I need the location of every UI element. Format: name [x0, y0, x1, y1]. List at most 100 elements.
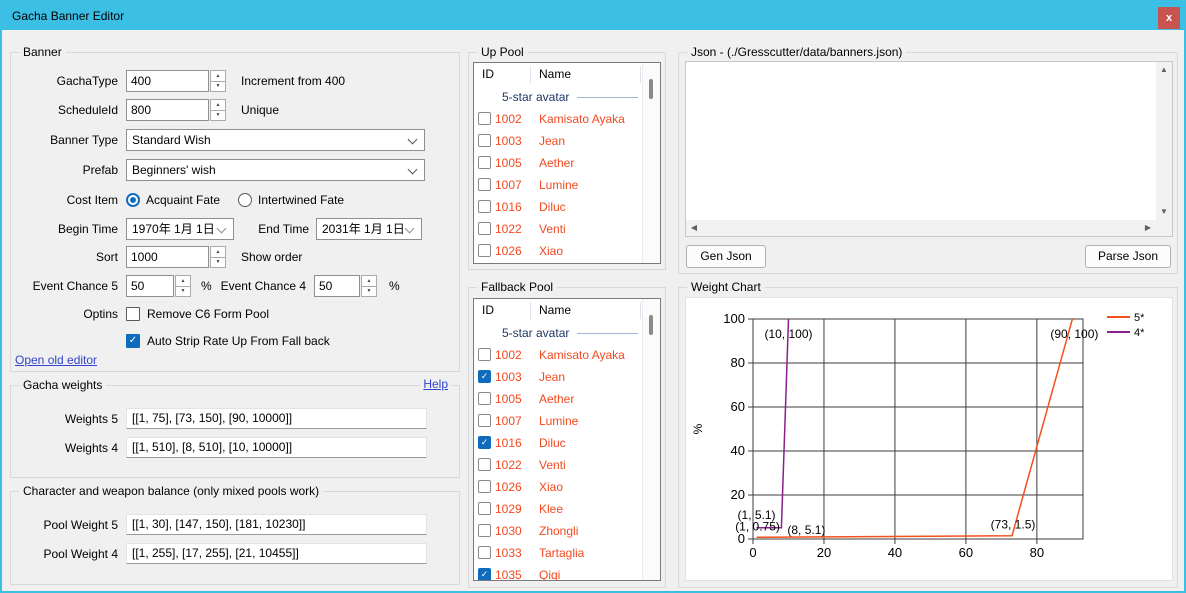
pool-weight-5-input[interactable]: [[1, 30], [147, 150], [181, 10230]] — [126, 514, 427, 535]
spin-down-icon[interactable]: ▼ — [210, 257, 226, 269]
scroll-right-icon[interactable]: ▶ — [1140, 220, 1156, 236]
schedule-id-spinner[interactable]: ▲▼ — [210, 99, 226, 121]
list-item[interactable]: 1029Klee — [474, 498, 642, 520]
list-item[interactable]: 1007Lumine — [474, 410, 642, 432]
begin-time-picker[interactable]: 1970年 1月 1日 — [126, 218, 234, 240]
fallback-pool-list[interactable]: IDName5-star avatar1002Kamisato Ayaka✓10… — [473, 298, 661, 581]
open-old-editor-link[interactable]: Open old editor — [15, 353, 97, 367]
schedule-id-input[interactable]: 800 ▲▼ — [126, 99, 226, 121]
checkbox-icon[interactable] — [478, 502, 491, 515]
banner-type-select[interactable]: Standard Wish — [126, 129, 425, 151]
checkbox-icon[interactable] — [478, 480, 491, 493]
vertical-scrollbar[interactable]: ▲ ▼ — [1156, 62, 1172, 220]
checkbox-icon[interactable] — [478, 348, 491, 361]
gacha-type-spinner[interactable]: ▲▼ — [210, 70, 226, 92]
help-link[interactable]: Help — [420, 377, 451, 391]
item-name: Xiao — [539, 476, 563, 498]
cost-item-option[interactable]: Acquaint Fate — [126, 193, 220, 207]
list-item[interactable]: 1007Lumine — [474, 174, 642, 196]
list-item[interactable]: 1022Venti — [474, 454, 642, 476]
event-chance-4-value[interactable]: 50 — [314, 275, 360, 297]
list-item[interactable]: 1005Aether — [474, 152, 642, 174]
scrollbar-thumb[interactable] — [649, 315, 653, 335]
end-time-picker[interactable]: 2031年 1月 1日 — [316, 218, 422, 240]
spin-down-icon[interactable]: ▼ — [361, 286, 377, 298]
event-chance-4-input[interactable]: 50 ▲▼ — [314, 275, 377, 297]
sort-input[interactable]: 1000 ▲▼ — [126, 246, 226, 268]
optin-item[interactable]: Remove C6 Form Pool — [126, 303, 330, 325]
prefab-select[interactable]: Beginners' wish — [126, 159, 425, 181]
radio-icon[interactable] — [126, 193, 140, 207]
weights-5-input[interactable]: [[1, 75], [73, 150], [90, 10000]] — [126, 408, 427, 429]
scroll-left-icon[interactable]: ◀ — [686, 220, 702, 236]
list-item[interactable]: ✓1016Diluc — [474, 432, 642, 454]
scroll-up-icon[interactable]: ▲ — [1156, 62, 1172, 78]
gen-json-button[interactable]: Gen Json — [686, 245, 766, 268]
up-pool-list[interactable]: IDName5-star avatar1002Kamisato Ayaka100… — [473, 62, 661, 264]
up-pool-group: Up Pool IDName5-star avatar1002Kamisato … — [468, 52, 666, 270]
checkbox-icon[interactable] — [478, 112, 491, 125]
pool-weight-4-input[interactable]: [[1, 255], [17, 255], [21, 10455]] — [126, 543, 427, 564]
banner-group: Banner GachaType 400 ▲▼ Increment from 4… — [10, 52, 460, 372]
spin-down-icon[interactable]: ▼ — [210, 81, 226, 93]
list-item[interactable]: 1002Kamisato Ayaka — [474, 108, 642, 130]
event-chance-5-spinner[interactable]: ▲▼ — [175, 275, 191, 297]
scrollbar-thumb[interactable] — [649, 79, 653, 99]
prefab-value: Beginners' wish — [132, 163, 216, 177]
checkbox-icon[interactable] — [478, 244, 491, 257]
sort-value[interactable]: 1000 — [126, 246, 209, 268]
checkbox-icon[interactable]: ✓ — [126, 334, 140, 348]
spin-down-icon[interactable]: ▼ — [210, 110, 226, 122]
list-item[interactable]: 1022Venti — [474, 218, 642, 240]
checkbox-icon[interactable] — [478, 524, 491, 537]
radio-icon[interactable] — [238, 193, 252, 207]
close-button[interactable]: x — [1158, 7, 1180, 29]
checkbox-icon[interactable] — [478, 546, 491, 559]
cost-item-option[interactable]: Intertwined Fate — [238, 193, 344, 207]
event-chance-5-value[interactable]: 50 — [126, 275, 174, 297]
vertical-scrollbar[interactable] — [642, 299, 660, 580]
list-item[interactable]: 1030Zhongli — [474, 520, 642, 542]
checkbox-icon[interactable] — [478, 178, 491, 191]
schedule-id-value[interactable]: 800 — [126, 99, 209, 121]
scroll-down-icon[interactable]: ▼ — [1156, 204, 1172, 220]
horizontal-scrollbar[interactable]: ◀ ▶ — [686, 220, 1156, 236]
list-item[interactable]: 1002Kamisato Ayaka — [474, 344, 642, 366]
spin-down-icon[interactable]: ▼ — [175, 286, 191, 298]
chevron-down-icon — [217, 224, 227, 234]
cost-item-options: Acquaint Fate Intertwined Fate — [126, 189, 362, 211]
checkbox-icon[interactable]: ✓ — [478, 370, 491, 383]
checkbox-icon[interactable] — [478, 156, 491, 169]
list-item[interactable]: ✓1003Jean — [474, 366, 642, 388]
weights-4-input[interactable]: [[1, 510], [8, 510], [10, 10000]] — [126, 437, 427, 458]
optins-label: Optins — [11, 303, 118, 325]
parse-json-button[interactable]: Parse Json — [1085, 245, 1171, 268]
list-item[interactable]: 1033Tartaglia — [474, 542, 642, 564]
cost-item-label: Cost Item — [11, 189, 118, 211]
checkbox-icon[interactable]: ✓ — [478, 568, 491, 581]
list-item[interactable]: 1016Diluc — [474, 196, 642, 218]
list-item[interactable]: 1005Aether — [474, 388, 642, 410]
list-item[interactable]: 1026Xiao — [474, 240, 642, 262]
checkbox-icon[interactable] — [478, 222, 491, 235]
event-chance-4-spinner[interactable]: ▲▼ — [361, 275, 377, 297]
checkbox-icon[interactable] — [478, 200, 491, 213]
checkbox-icon[interactable] — [478, 392, 491, 405]
checkbox-icon[interactable] — [478, 414, 491, 427]
vertical-scrollbar[interactable] — [642, 63, 660, 263]
sort-spinner[interactable]: ▲▼ — [210, 246, 226, 268]
gacha-type-input[interactable]: 400 ▲▼ — [126, 70, 226, 92]
json-textarea[interactable] — [686, 62, 1155, 219]
item-name: Jean — [539, 130, 565, 152]
list-item[interactable]: ✓1035Qiqi — [474, 564, 642, 581]
gacha-type-value[interactable]: 400 — [126, 70, 209, 92]
list-item[interactable]: 1026Xiao — [474, 476, 642, 498]
list-item[interactable]: 1003Jean — [474, 130, 642, 152]
event-chance-5-input[interactable]: 50 ▲▼ — [126, 275, 191, 297]
checkbox-icon[interactable]: ✓ — [478, 436, 491, 449]
checkbox-icon[interactable] — [478, 458, 491, 471]
checkbox-icon[interactable] — [126, 307, 140, 321]
json-textbox[interactable]: ▲ ▼ ◀ ▶ — [685, 61, 1173, 237]
checkbox-icon[interactable] — [478, 134, 491, 147]
optin-item[interactable]: ✓Auto Strip Rate Up From Fall back — [126, 330, 330, 352]
